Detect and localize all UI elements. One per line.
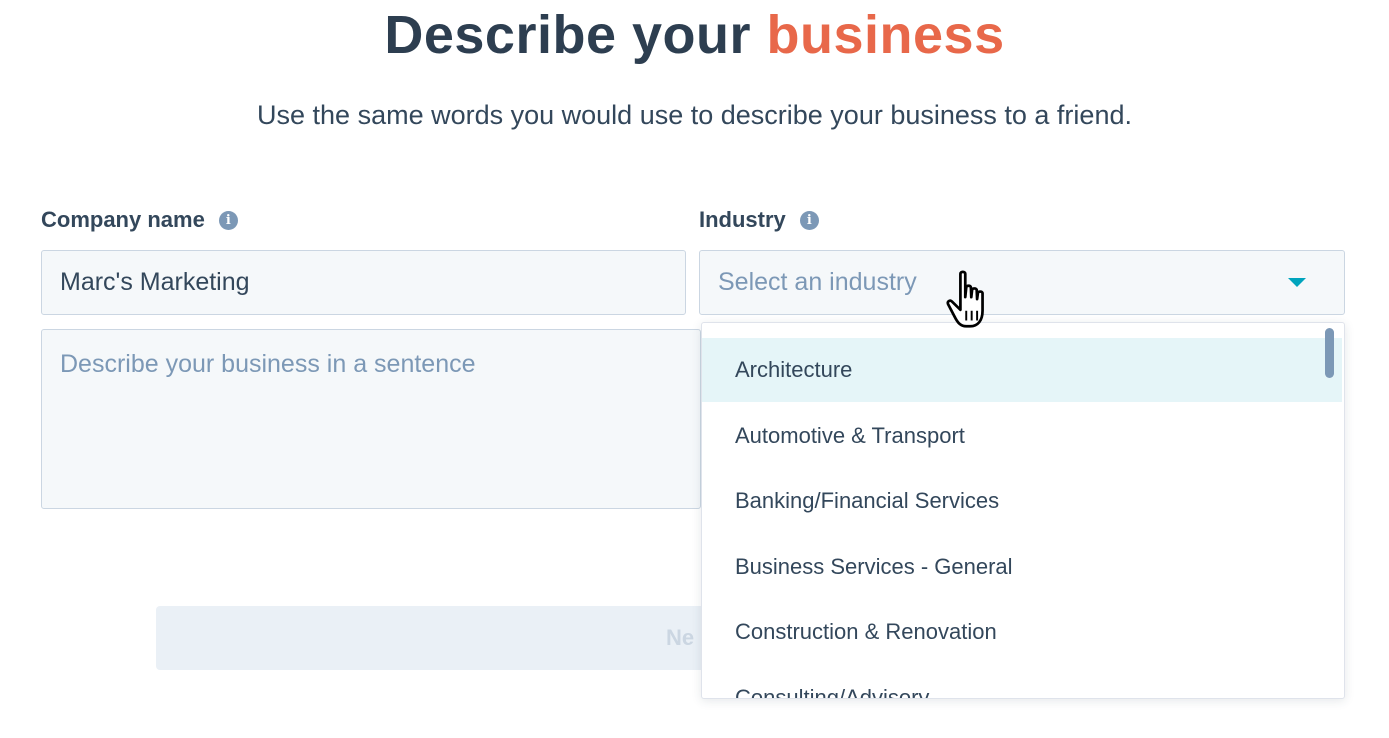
business-description-textarea[interactable]: Describe your business in a sentence (41, 329, 701, 509)
company-name-value: Marc's Marketing (60, 268, 250, 296)
industry-option-business-services[interactable]: Business Services - General (702, 535, 1342, 599)
company-name-input[interactable]: Marc's Marketing (41, 250, 686, 315)
company-name-label: Company name i (41, 207, 238, 233)
chevron-down-icon[interactable] (1288, 278, 1306, 287)
page-title: Describe your business (0, 4, 1389, 66)
dropdown-scrollbar[interactable] (1325, 328, 1334, 378)
next-button[interactable]: Ne (156, 606, 716, 670)
hand-pointer-cursor-icon (946, 270, 984, 328)
info-icon[interactable]: i (218, 210, 238, 230)
industry-option-architecture[interactable]: Architecture (702, 338, 1342, 402)
info-icon[interactable]: i (799, 210, 819, 230)
industry-placeholder: Select an industry (718, 268, 917, 296)
industry-label: Industry i (699, 207, 819, 233)
industry-option-automotive-transport[interactable]: Automotive & Transport (702, 404, 1342, 468)
page-subtitle: Use the same words you would use to desc… (257, 100, 1132, 130)
industry-dropdown-menu[interactable]: Architecture Automotive & Transport Bank… (701, 322, 1345, 699)
industry-option-construction[interactable]: Construction & Renovation (702, 600, 1342, 664)
company-name-label-text: Company name (41, 207, 205, 232)
industry-select[interactable]: Select an industry (699, 250, 1345, 315)
industry-label-text: Industry (699, 207, 786, 232)
next-button-label: Ne (666, 625, 695, 650)
page-title-main: Describe your (384, 5, 752, 65)
industry-option-consulting[interactable]: Consulting/Advisory (702, 666, 1342, 698)
industry-option-banking-financial[interactable]: Banking/Financial Services (702, 469, 1342, 533)
description-placeholder: Describe your business in a sentence (60, 350, 476, 378)
page-title-accent: business (766, 5, 1005, 65)
